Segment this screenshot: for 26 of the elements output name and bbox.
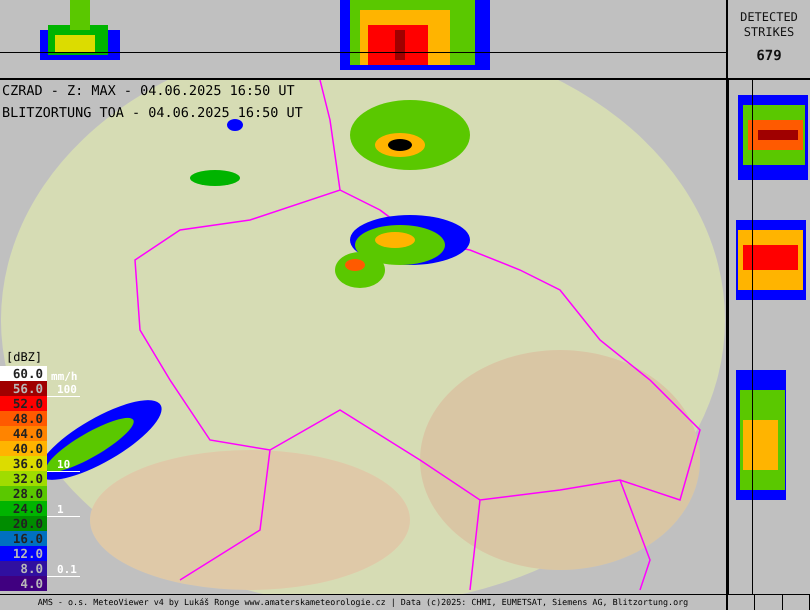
legend-swatch: 16.0 bbox=[0, 531, 47, 546]
legend-swatch: 20.0 bbox=[0, 516, 47, 531]
legend-swatch: 12.0 bbox=[0, 546, 47, 561]
legend-unit: [dBZ] bbox=[6, 350, 44, 366]
rain-rate-unit: mm/h bbox=[51, 370, 78, 383]
map-title: CZRAD - Z: MAX - 04.06.2025 16:50 UT bbox=[2, 82, 296, 101]
legend-swatch: 60.0 bbox=[0, 366, 47, 381]
rain-rate-label: 10 bbox=[57, 458, 70, 471]
legend-swatch: 36.0 bbox=[0, 456, 47, 471]
legend-swatch: 56.0 bbox=[0, 381, 47, 396]
legend-swatch: 8.0 bbox=[0, 561, 47, 576]
rain-rate-label: 0.1 bbox=[57, 563, 77, 576]
legend-swatch: 52.0 bbox=[0, 396, 47, 411]
strikes-count: 679 bbox=[756, 48, 782, 64]
rain-rate-label: 1 bbox=[57, 503, 64, 516]
legend-swatch: 32.0 bbox=[0, 471, 47, 486]
legend-swatch: 4.0 bbox=[0, 576, 47, 591]
legend-swatch: 44.0 bbox=[0, 426, 47, 441]
legend-swatch: 24.0 bbox=[0, 501, 47, 516]
legend-swatch: 40.0 bbox=[0, 441, 47, 456]
legend-swatch: 48.0 bbox=[0, 411, 47, 426]
footer-credits: AMS - o.s. MeteoViewer v4 by Lukáš Ronge www.amaterskameteorologie.cz | Data (c)2025: CHMI, EUMETSAT, Siemens AG, Blitzortung.org bbox=[0, 595, 728, 610]
legend-swatch: 28.0 bbox=[0, 486, 47, 501]
map-title: BLITZORTUNG TOA - 04.06.2025 16:50 UT bbox=[2, 104, 303, 123]
rain-rate-label: 100 bbox=[57, 383, 77, 396]
strikes-label: DETECTED STRIKES bbox=[739, 10, 799, 40]
